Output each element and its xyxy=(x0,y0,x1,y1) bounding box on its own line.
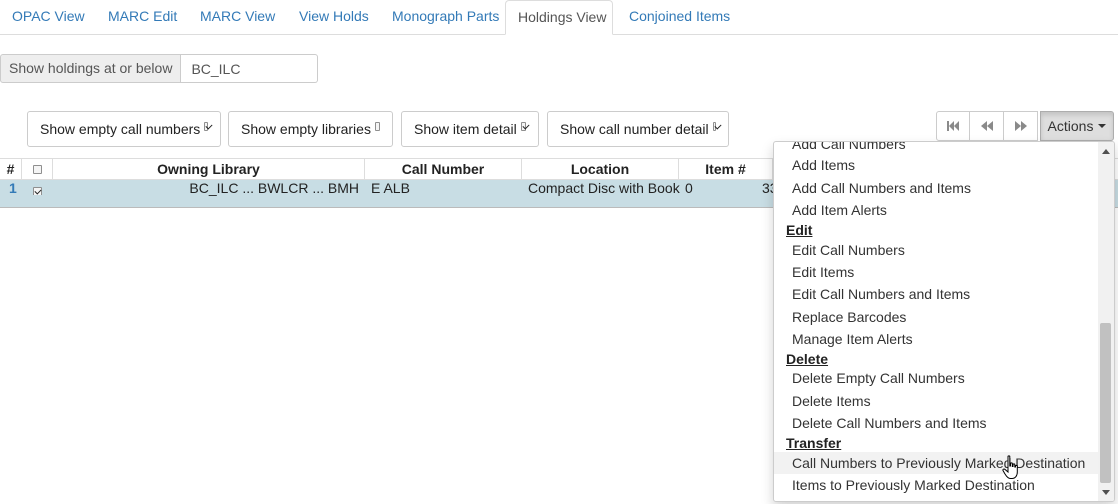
menu-item-add-item-alerts[interactable]: Add Item Alerts xyxy=(774,199,1098,221)
menu-item-delete-items[interactable]: Delete Items xyxy=(774,390,1098,412)
holdings-filter: Show holdings at or below xyxy=(0,54,319,83)
scroll-up-arrow-icon[interactable] xyxy=(1102,149,1110,154)
option-label: Show call number detail xyxy=(560,121,709,137)
actions-label: Actions xyxy=(1047,118,1094,134)
call-number-cell: E ALB xyxy=(371,180,410,196)
row-select-checkbox[interactable] xyxy=(33,187,42,195)
first-page-button[interactable] xyxy=(936,111,970,141)
show-call-number-detail-toggle[interactable]: Show call number detail xyxy=(547,111,729,147)
scrollbar-thumb[interactable] xyxy=(1100,323,1111,483)
backward-icon xyxy=(980,121,993,131)
option-label: Show empty call numbers xyxy=(40,121,201,137)
menu-item-delete-call-numbers-and-items[interactable]: Delete Call Numbers and Items xyxy=(774,412,1098,434)
scroll-down-arrow-icon[interactable] xyxy=(1102,490,1110,495)
item-number-cell: 0 xyxy=(685,180,693,196)
select-all-checkbox[interactable] xyxy=(32,165,42,174)
forward-icon xyxy=(1014,121,1027,131)
tab-holdings-view[interactable]: Holdings View xyxy=(505,0,613,35)
hand-cursor-icon xyxy=(1002,455,1018,479)
tab-monograph-parts[interactable]: Monograph Parts xyxy=(380,0,511,35)
show-item-detail-toggle[interactable]: Show item detail xyxy=(401,111,539,147)
menu-header-transfer: Transfer xyxy=(786,435,842,451)
tab-marc-view[interactable]: MARC View xyxy=(188,0,287,35)
menu-item-edit-call-numbers-and-items[interactable]: Edit Call Numbers and Items xyxy=(774,283,1098,305)
show-item-detail-checkbox[interactable] xyxy=(520,121,526,131)
show-empty-call-numbers-checkbox[interactable] xyxy=(204,121,208,131)
menu-item-transfer-items[interactable]: Items to Previously Marked Destination xyxy=(774,474,1098,496)
skip-backward-icon xyxy=(947,121,959,131)
tab-bar: OPAC View MARC Edit MARC View View Holds… xyxy=(0,0,1118,35)
column-header-item-number[interactable]: Item # xyxy=(679,159,773,180)
holdings-filter-label: Show holdings at or below xyxy=(0,54,182,83)
column-header-location[interactable]: Location xyxy=(522,159,679,180)
menu-header-delete: Delete xyxy=(786,351,829,367)
menu-header-edit: Edit xyxy=(786,222,813,238)
previous-page-button[interactable] xyxy=(970,111,1004,141)
next-page-button[interactable] xyxy=(1004,111,1038,141)
tab-marc-edit[interactable]: MARC Edit xyxy=(96,0,189,35)
option-label: Show empty libraries xyxy=(241,121,371,137)
menu-item-delete-empty-call-numbers[interactable]: Delete Empty Call Numbers xyxy=(774,367,1098,389)
menu-item-add-items[interactable]: Add Items xyxy=(774,154,1098,176)
menu-item-manage-item-alerts[interactable]: Manage Item Alerts xyxy=(774,328,1098,350)
tab-conjoined-items[interactable]: Conjoined Items xyxy=(617,0,742,35)
row-checkbox-cell xyxy=(33,183,42,195)
column-header-owning-library[interactable]: Owning Library xyxy=(53,159,365,180)
menu-item-replace-barcodes[interactable]: Replace Barcodes xyxy=(774,306,1098,328)
column-header-select xyxy=(22,159,53,180)
column-header-call-number[interactable]: Call Number xyxy=(365,159,522,180)
owning-library-cell: BC_ILC ... BWLCR ... BMH xyxy=(189,180,359,196)
show-empty-call-numbers-toggle[interactable]: Show empty call numbers xyxy=(27,111,221,147)
show-empty-libraries-checkbox[interactable] xyxy=(374,121,380,131)
menu-item-add-call-numbers[interactable]: Add Call Numbers xyxy=(774,142,1098,155)
menu-item-edit-items[interactable]: Edit Items xyxy=(774,261,1098,283)
menu-item-edit-call-numbers[interactable]: Edit Call Numbers xyxy=(774,239,1098,261)
actions-menu: Add Call Numbers Add Items Add Call Numb… xyxy=(773,141,1115,502)
grid-pager xyxy=(936,111,1038,141)
menu-scrollbar[interactable] xyxy=(1098,142,1114,501)
option-label: Show item detail xyxy=(414,121,517,137)
show-empty-libraries-toggle[interactable]: Show empty libraries xyxy=(228,111,393,147)
holdings-org-input[interactable] xyxy=(181,54,319,83)
row-number: 1 xyxy=(9,180,17,196)
menu-item-add-call-numbers-and-items[interactable]: Add Call Numbers and Items xyxy=(774,177,1098,199)
caret-down-icon xyxy=(1098,124,1107,128)
actions-dropdown-button[interactable]: Actions xyxy=(1040,111,1114,141)
show-call-number-detail-checkbox[interactable] xyxy=(712,121,716,131)
tab-view-holds[interactable]: View Holds xyxy=(287,0,381,35)
tab-opac-view[interactable]: OPAC View xyxy=(0,0,97,35)
location-cell: Compact Disc with Book xyxy=(528,180,680,196)
menu-item-transfer-call-numbers[interactable]: Call Numbers to Previously Marked Destin… xyxy=(774,452,1098,474)
column-header-number[interactable]: # xyxy=(0,159,22,180)
